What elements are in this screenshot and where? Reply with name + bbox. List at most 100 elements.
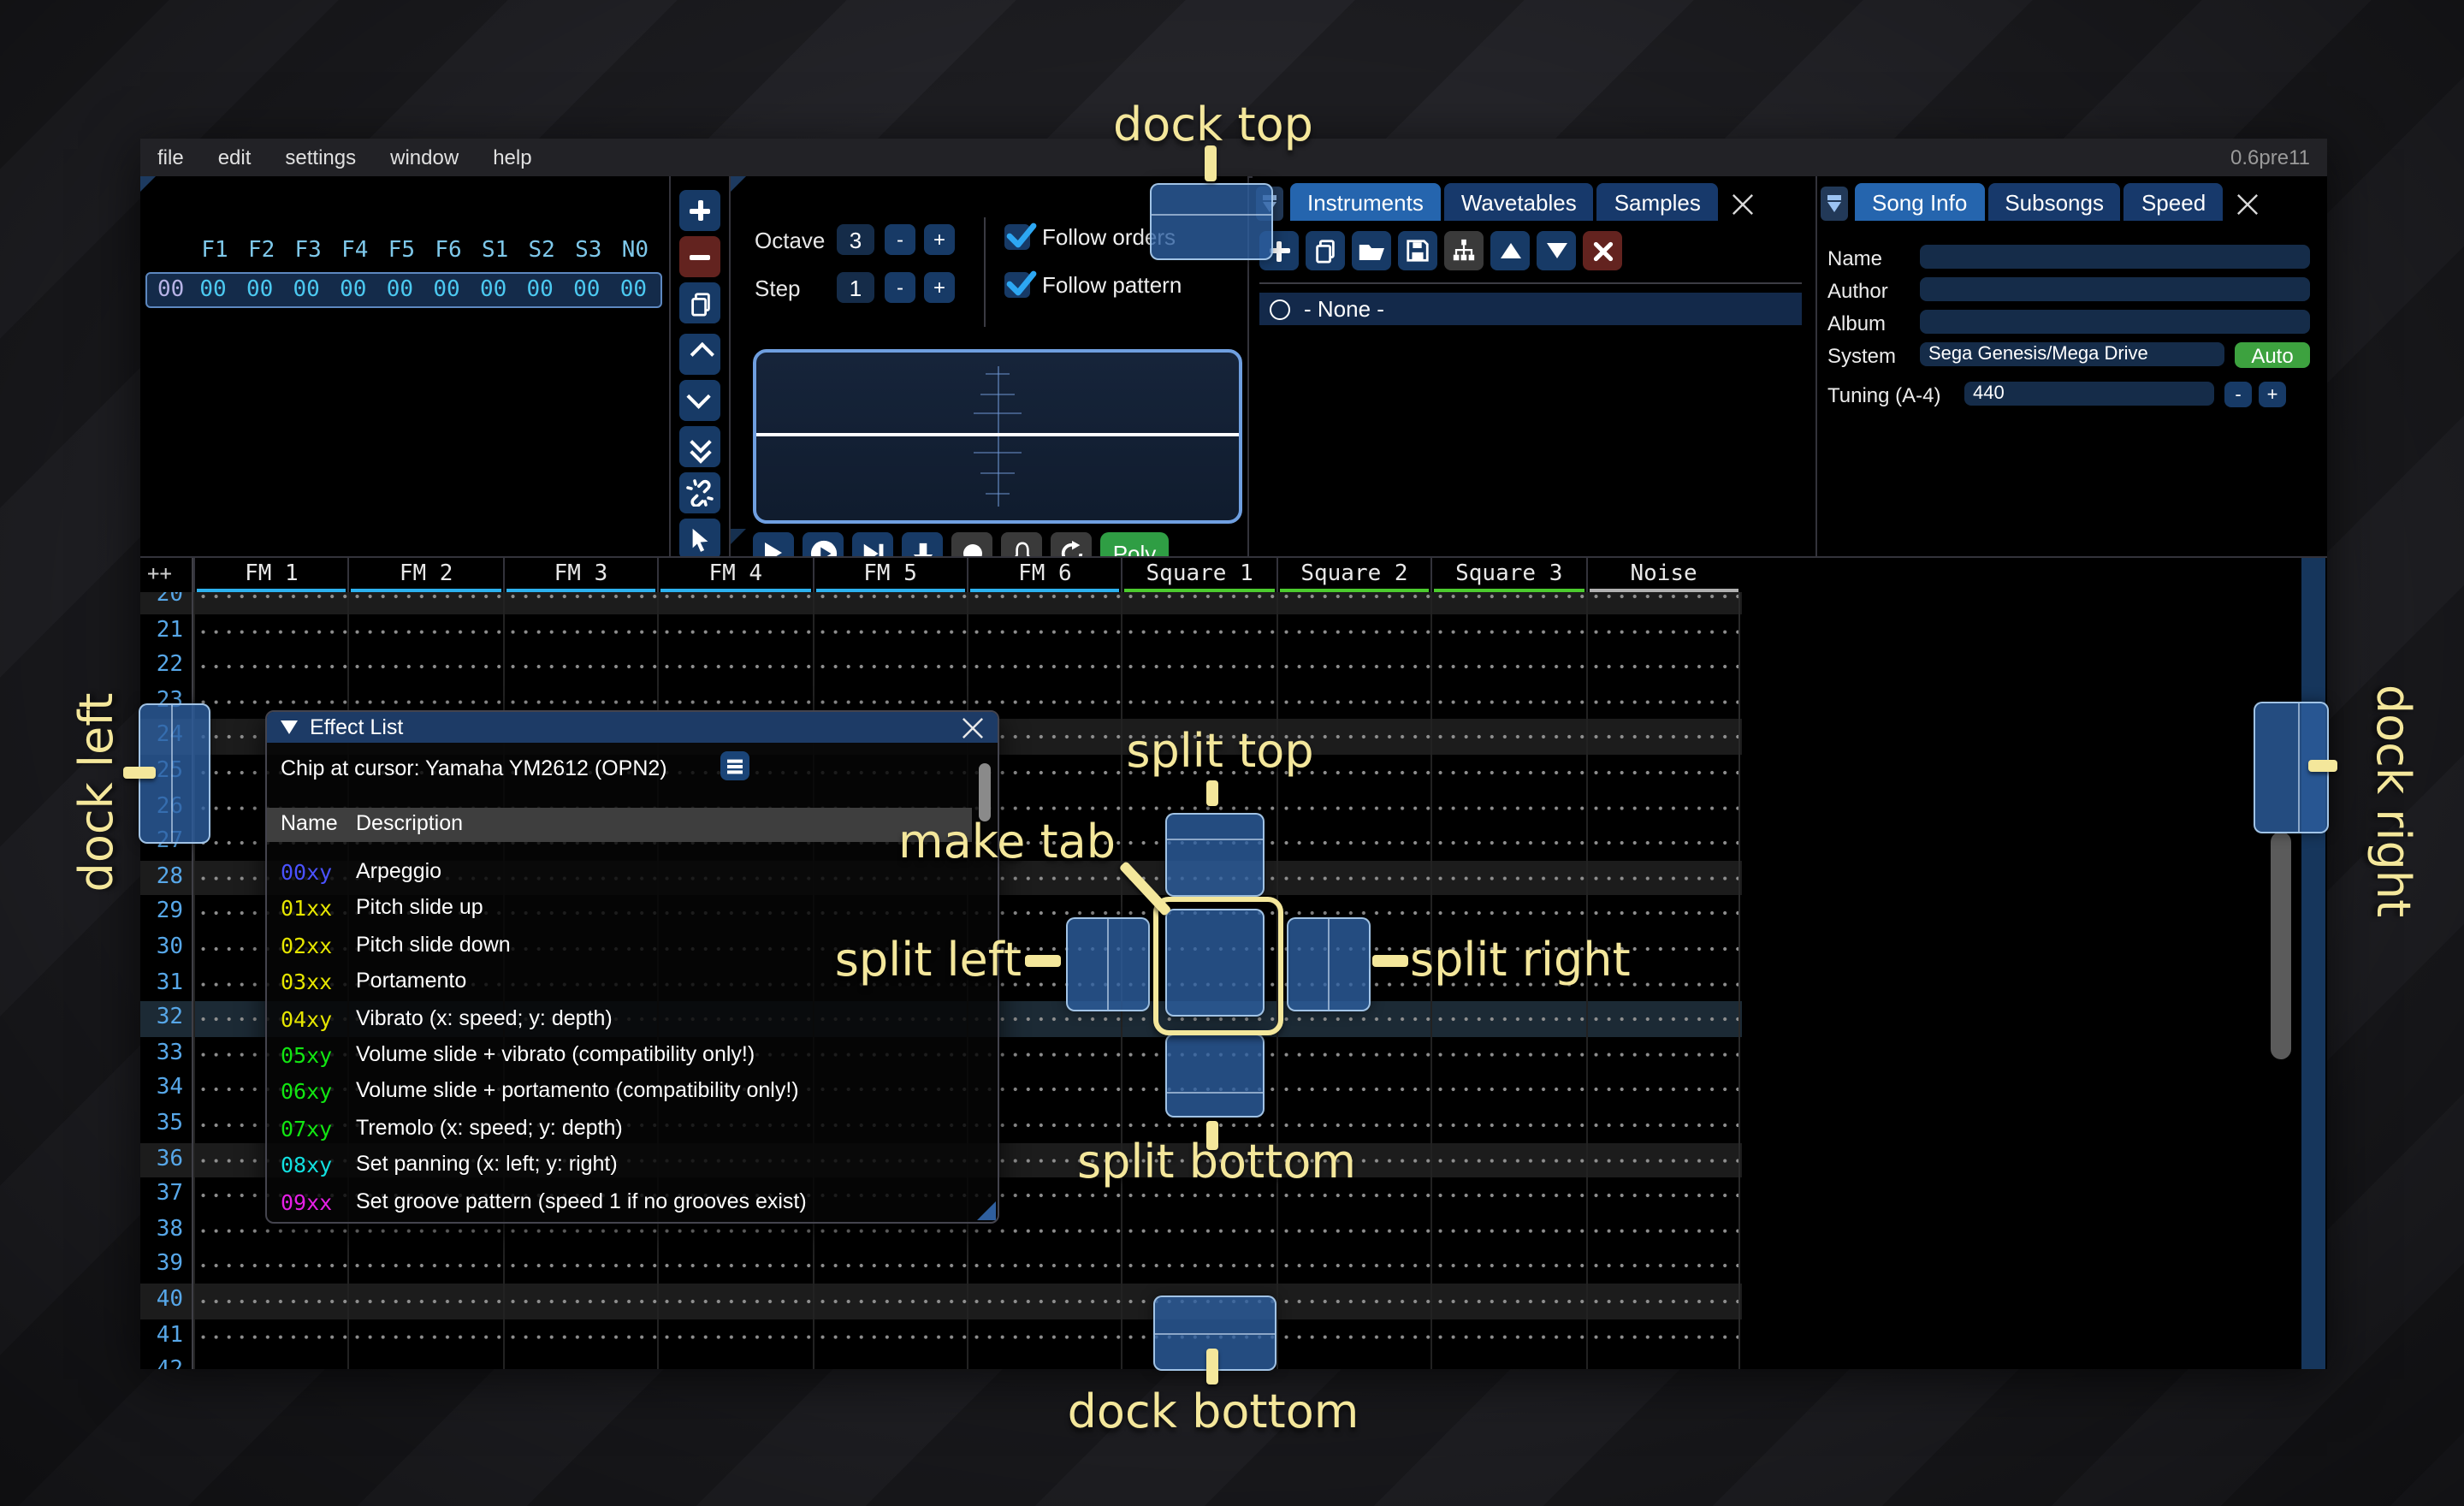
pattern-cell[interactable] <box>1430 861 1585 896</box>
effect-list-column-header[interactable]: Name Description <box>267 808 972 842</box>
order-cell[interactable]: 00 <box>237 277 283 303</box>
pattern-cell[interactable] <box>1122 685 1276 720</box>
pattern-cell[interactable] <box>1430 1107 1585 1142</box>
effect-list-scrollbar-thumb[interactable] <box>979 763 991 821</box>
pattern-cell[interactable] <box>812 1284 967 1319</box>
pattern-cell[interactable] <box>1430 755 1585 790</box>
resize-grip-icon[interactable] <box>977 1201 996 1220</box>
pattern-cell[interactable] <box>503 614 658 649</box>
pattern-cell[interactable] <box>1585 1319 1740 1354</box>
pattern-cell[interactable] <box>1276 1319 1430 1354</box>
pattern-cell[interactable] <box>657 592 812 614</box>
pattern-cell[interactable] <box>503 1319 658 1354</box>
menu-item-help[interactable]: help <box>476 139 548 176</box>
pattern-cell[interactable] <box>1430 720 1585 755</box>
pattern-cell[interactable] <box>657 1354 812 1369</box>
pattern-cell[interactable] <box>193 592 348 614</box>
pattern-cell[interactable] <box>1585 790 1740 825</box>
step-minus-button[interactable]: - <box>885 272 915 303</box>
order-cell[interactable]: 00 <box>330 277 376 303</box>
instrument-duplicate-button[interactable] <box>1306 231 1345 270</box>
tab-instruments[interactable]: Instruments <box>1290 183 1441 221</box>
pattern-cell[interactable] <box>1430 1319 1585 1354</box>
order-cell[interactable]: 00 <box>564 277 610 303</box>
order-remove-button[interactable] <box>679 236 720 277</box>
channel-header-fm-6[interactable]: FM 6 <box>967 558 1122 592</box>
pattern-cell[interactable] <box>503 592 658 614</box>
pattern-cell[interactable] <box>1585 1072 1740 1107</box>
pattern-cell[interactable] <box>348 1248 503 1284</box>
resize-grip-icon[interactable] <box>731 176 746 192</box>
pattern-cell[interactable] <box>1122 1213 1276 1248</box>
instrument-list-item[interactable]: - None - <box>1259 293 1802 325</box>
instrument-move-up-button[interactable] <box>1490 231 1530 270</box>
pattern-cell[interactable] <box>1585 1284 1740 1319</box>
pattern-cell[interactable] <box>503 649 658 684</box>
pattern-cell[interactable] <box>1276 685 1430 720</box>
resize-grip-icon[interactable] <box>731 529 746 544</box>
pattern-cell[interactable] <box>348 1319 503 1354</box>
order-cell[interactable]: 00 <box>471 277 517 303</box>
tab-subsongs[interactable]: Subsongs <box>1987 183 2121 221</box>
pattern-cell[interactable] <box>348 1354 503 1369</box>
pattern-cell[interactable] <box>1585 1107 1740 1142</box>
pattern-cell[interactable] <box>193 614 348 649</box>
pattern-cell[interactable] <box>1585 720 1740 755</box>
pattern-cell[interactable] <box>1585 755 1740 790</box>
pattern-cell[interactable] <box>657 1248 812 1284</box>
instrument-delete-button[interactable] <box>1583 231 1622 270</box>
effect-list-menu-button[interactable] <box>720 751 749 780</box>
pattern-cell[interactable] <box>1585 1213 1740 1248</box>
pattern-cell[interactable] <box>812 1354 967 1369</box>
close-icon[interactable] <box>962 716 984 738</box>
tab-wavetables[interactable]: Wavetables <box>1444 183 1594 221</box>
pattern-cell[interactable] <box>657 1284 812 1319</box>
pattern-cell[interactable] <box>1585 685 1740 720</box>
pattern-cell[interactable] <box>1585 1142 1740 1177</box>
pattern-cell[interactable] <box>1276 1248 1430 1284</box>
tuning-input[interactable] <box>1964 382 2214 406</box>
pattern-cell[interactable] <box>1276 1072 1430 1107</box>
pattern-cell[interactable] <box>967 649 1122 684</box>
pattern-cell[interactable] <box>1276 1354 1430 1369</box>
octave-plus-button[interactable]: + <box>924 224 955 255</box>
pattern-cell[interactable] <box>1276 1213 1430 1248</box>
pattern-cell[interactable] <box>812 592 967 614</box>
dock-top-target[interactable] <box>1150 183 1273 260</box>
pattern-cell[interactable] <box>1430 614 1585 649</box>
tuning-minus-button[interactable]: - <box>2224 382 2252 407</box>
orders-selected-row[interactable]: 0000000000000000000000 <box>145 272 662 308</box>
tab-speed[interactable]: Speed <box>2124 183 2223 221</box>
pattern-cell[interactable] <box>193 1248 348 1284</box>
pattern-cell[interactable] <box>1430 1142 1585 1177</box>
octave-value[interactable]: 3 <box>837 224 874 255</box>
pattern-cell[interactable] <box>348 592 503 614</box>
instrument-save-button[interactable] <box>1398 231 1437 270</box>
order-duplicate-end-button[interactable] <box>679 426 720 467</box>
step-plus-button[interactable]: + <box>924 272 955 303</box>
menu-item-edit[interactable]: edit <box>201 139 269 176</box>
pattern-cell[interactable] <box>1585 825 1740 860</box>
auto-system-button[interactable]: Auto <box>2235 342 2310 368</box>
effect-list-row[interactable]: 04xyVibrato (x: speed; y: depth) <box>267 1002 972 1038</box>
pattern-cell[interactable] <box>193 649 348 684</box>
order-cell[interactable]: 00 <box>517 277 563 303</box>
pattern-cell[interactable] <box>193 1319 348 1354</box>
pattern-cell[interactable] <box>1122 649 1276 684</box>
pattern-cell[interactable] <box>657 614 812 649</box>
pattern-cell[interactable] <box>1585 1354 1740 1369</box>
pattern-cell[interactable] <box>1585 861 1740 896</box>
pattern-cell[interactable] <box>967 1248 1122 1284</box>
pattern-cell[interactable] <box>1276 592 1430 614</box>
order-cell[interactable]: 00 <box>610 277 656 303</box>
order-duplicate-button[interactable] <box>679 282 720 323</box>
pattern-cell[interactable] <box>812 649 967 684</box>
pattern-cell[interactable] <box>1430 790 1585 825</box>
follow-pattern-checkbox[interactable] <box>1004 272 1030 298</box>
order-add-button[interactable] <box>679 190 720 231</box>
order-cell[interactable]: 00 <box>424 277 470 303</box>
pattern-cell[interactable] <box>657 649 812 684</box>
order-cell[interactable]: 00 <box>190 277 236 303</box>
pattern-cell[interactable] <box>1430 896 1585 931</box>
pattern-cell[interactable] <box>1276 790 1430 825</box>
